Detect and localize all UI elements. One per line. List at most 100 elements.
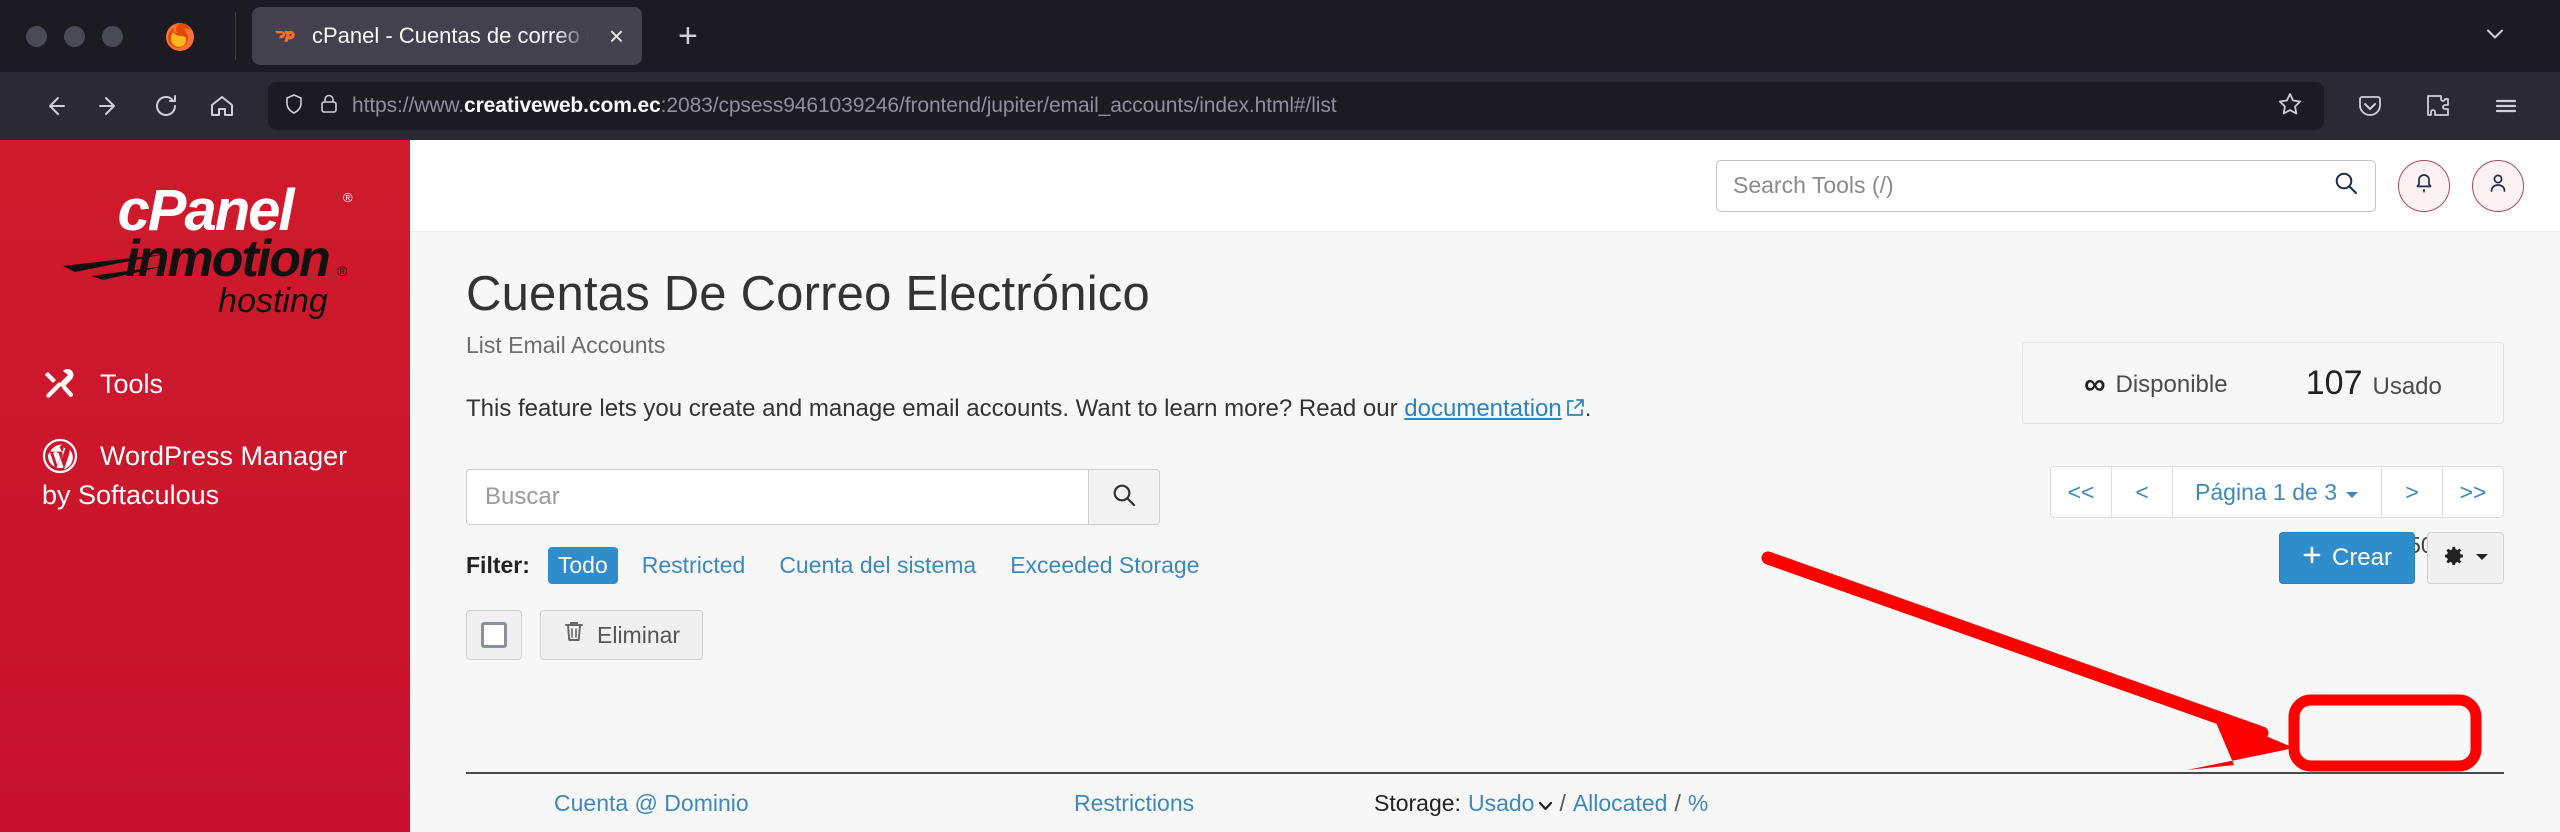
pagination-page-select[interactable]: Página 1 de 3 (2172, 466, 2382, 518)
pocket-icon[interactable] (2342, 78, 2398, 134)
trash-icon (563, 620, 585, 650)
sidebar-subtitle: by Softaculous (42, 480, 220, 510)
tabstrip-divider (235, 12, 236, 60)
back-icon[interactable] (26, 78, 82, 134)
filter-option-todo[interactable]: Todo (547, 547, 618, 584)
tab-title: cPanel - Cuentas de correo elec (312, 23, 589, 48)
forward-icon[interactable] (82, 78, 138, 134)
sort-desc-icon (1539, 790, 1553, 817)
accounts-search-input[interactable] (485, 483, 1070, 511)
svg-text:®: ® (343, 190, 353, 205)
storage-prefix-label: Storage: (1374, 789, 1461, 816)
address-bar[interactable]: https://www.creativeweb.com.ec:2083/cpse… (268, 82, 2324, 130)
create-button-label: Crear (2331, 544, 2392, 571)
description-text: This feature lets you create and manage … (466, 395, 1405, 422)
sidebar-item-label: Tools (100, 368, 164, 399)
delete-button-label: Eliminar (597, 621, 681, 648)
cpanel-favicon-icon (270, 22, 298, 50)
select-all-checkbox[interactable] (466, 610, 522, 660)
svg-text:inmotion: inmotion (125, 230, 329, 288)
email-quota-box: ∞ Disponible 107 Usado (2022, 342, 2504, 424)
documentation-link[interactable]: documentation (1404, 395, 1561, 422)
external-link-icon[interactable] (1565, 397, 1585, 425)
browser-window: cPanel - Cuentas de correo elec × + (0, 0, 2560, 832)
chevron-down-icon (2475, 549, 2489, 567)
url-domain: creativeweb.com.ec (464, 94, 661, 117)
filter-option-restricted[interactable]: Restricted (632, 547, 756, 584)
filter-option-system-account[interactable]: Cuenta del sistema (769, 547, 986, 584)
search-tools-input[interactable] (1733, 172, 2333, 199)
storage-usado-label: Usado (1467, 789, 1535, 816)
used-stat: 107 Usado (2306, 364, 2442, 403)
reload-icon[interactable] (138, 78, 194, 134)
browser-tab[interactable]: cPanel - Cuentas de correo elec × (252, 7, 642, 65)
table-header-row: Cuenta @ Dominio Restrictions Storage: U… (466, 772, 2504, 832)
tab-strip: cPanel - Cuentas de correo elec × + (0, 0, 2560, 72)
filter-option-exceeded-storage[interactable]: Exceeded Storage (1000, 547, 1209, 584)
delete-button[interactable]: Eliminar (540, 610, 704, 660)
app-menu-icon[interactable] (2478, 78, 2534, 134)
url-suffix: :2083/cpsess9461039246/frontend/jupiter/… (660, 94, 1337, 117)
lock-icon[interactable] (318, 93, 340, 120)
pagination-prev-button[interactable]: < (2111, 466, 2174, 518)
storage-sort-percent[interactable]: % (1688, 790, 1708, 817)
tab-close-icon[interactable]: × (603, 19, 630, 53)
storage-separator-2: / (1674, 789, 1681, 816)
tools-search-box[interactable] (1716, 159, 2376, 212)
description-period: . (1584, 395, 1592, 422)
new-tab-button[interactable]: + (668, 15, 708, 57)
cpanel-inmotion-logo[interactable]: cPanel ® inmotion ® hosting (0, 140, 410, 330)
list-all-tabs-icon[interactable] (2482, 21, 2508, 52)
column-header-account-domain[interactable]: Cuenta @ Dominio (554, 790, 1074, 817)
toolbar-right-actions (2342, 78, 2534, 134)
extensions-icon[interactable] (2410, 78, 2466, 134)
pagination-first-button[interactable]: << (2050, 466, 2113, 518)
url-prefix: https://www. (352, 94, 465, 117)
account-button[interactable] (2472, 159, 2524, 212)
url-text[interactable]: https://www.creativeweb.com.ec:2083/cpse… (352, 94, 2264, 118)
notifications-button[interactable] (2398, 159, 2450, 212)
accounts-search-button[interactable] (1088, 469, 1160, 525)
table-toolbar-right: Crear (2278, 532, 2504, 584)
filter-row: Filter: Todo Restricted Cuenta del siste… (466, 547, 2504, 584)
plus-icon (2302, 544, 2322, 572)
column-header-storage: Storage: Usado / Allocated / % (1374, 790, 1708, 817)
accounts-search-row (466, 469, 1160, 525)
pagination-next-button[interactable]: > (2381, 466, 2443, 518)
table-settings-button[interactable] (2427, 532, 2504, 584)
pagination: << < Página 1 de 3 > >> (2050, 466, 2504, 518)
sidebar-item-wordpress-manager[interactable]: WordPress Manager (0, 438, 410, 474)
tools-icon (42, 366, 78, 402)
used-label: Usado (2372, 372, 2442, 400)
home-icon[interactable] (194, 78, 250, 134)
shield-icon[interactable] (282, 92, 306, 121)
firefox-logo-icon (163, 19, 197, 53)
storage-sort-usado[interactable]: Usado (1467, 789, 1553, 817)
infinity-symbol: ∞ (2084, 368, 2106, 401)
available-stat: ∞ Disponible (2084, 366, 2228, 401)
svg-text:®: ® (337, 263, 348, 279)
wordpress-icon (42, 438, 78, 474)
storage-sort-allocated[interactable]: Allocated (1573, 790, 1668, 817)
create-button[interactable]: Crear (2278, 532, 2415, 584)
svg-text:hosting: hosting (218, 282, 328, 320)
minimize-window-button[interactable] (64, 25, 85, 47)
window-controls[interactable] (26, 25, 123, 47)
sidebar-item-tools[interactable]: Tools (0, 366, 410, 402)
storage-separator: / (1559, 789, 1566, 816)
user-icon (2486, 171, 2510, 200)
column-header-restrictions[interactable]: Restrictions (1074, 790, 1374, 817)
available-label: Disponible (2115, 371, 2228, 398)
maximize-window-button[interactable] (102, 25, 123, 47)
browser-toolbar: https://www.creativeweb.com.ec:2083/cpse… (0, 72, 2560, 140)
page-viewport: cPanel ® inmotion ® hosting Tools WordPr… (0, 140, 2560, 832)
bookmark-star-icon[interactable] (2276, 90, 2310, 123)
checkbox-icon (481, 622, 507, 648)
sidebar-item-label: WordPress Manager (100, 440, 348, 471)
close-window-button[interactable] (26, 25, 47, 47)
main-panel: Cuentas De Correo Electrónico List Email… (410, 232, 2560, 832)
search-icon[interactable] (2333, 170, 2359, 201)
chevron-down-icon (2345, 479, 2359, 506)
accounts-search-box[interactable] (466, 469, 1088, 525)
pagination-last-button[interactable]: >> (2442, 466, 2504, 518)
